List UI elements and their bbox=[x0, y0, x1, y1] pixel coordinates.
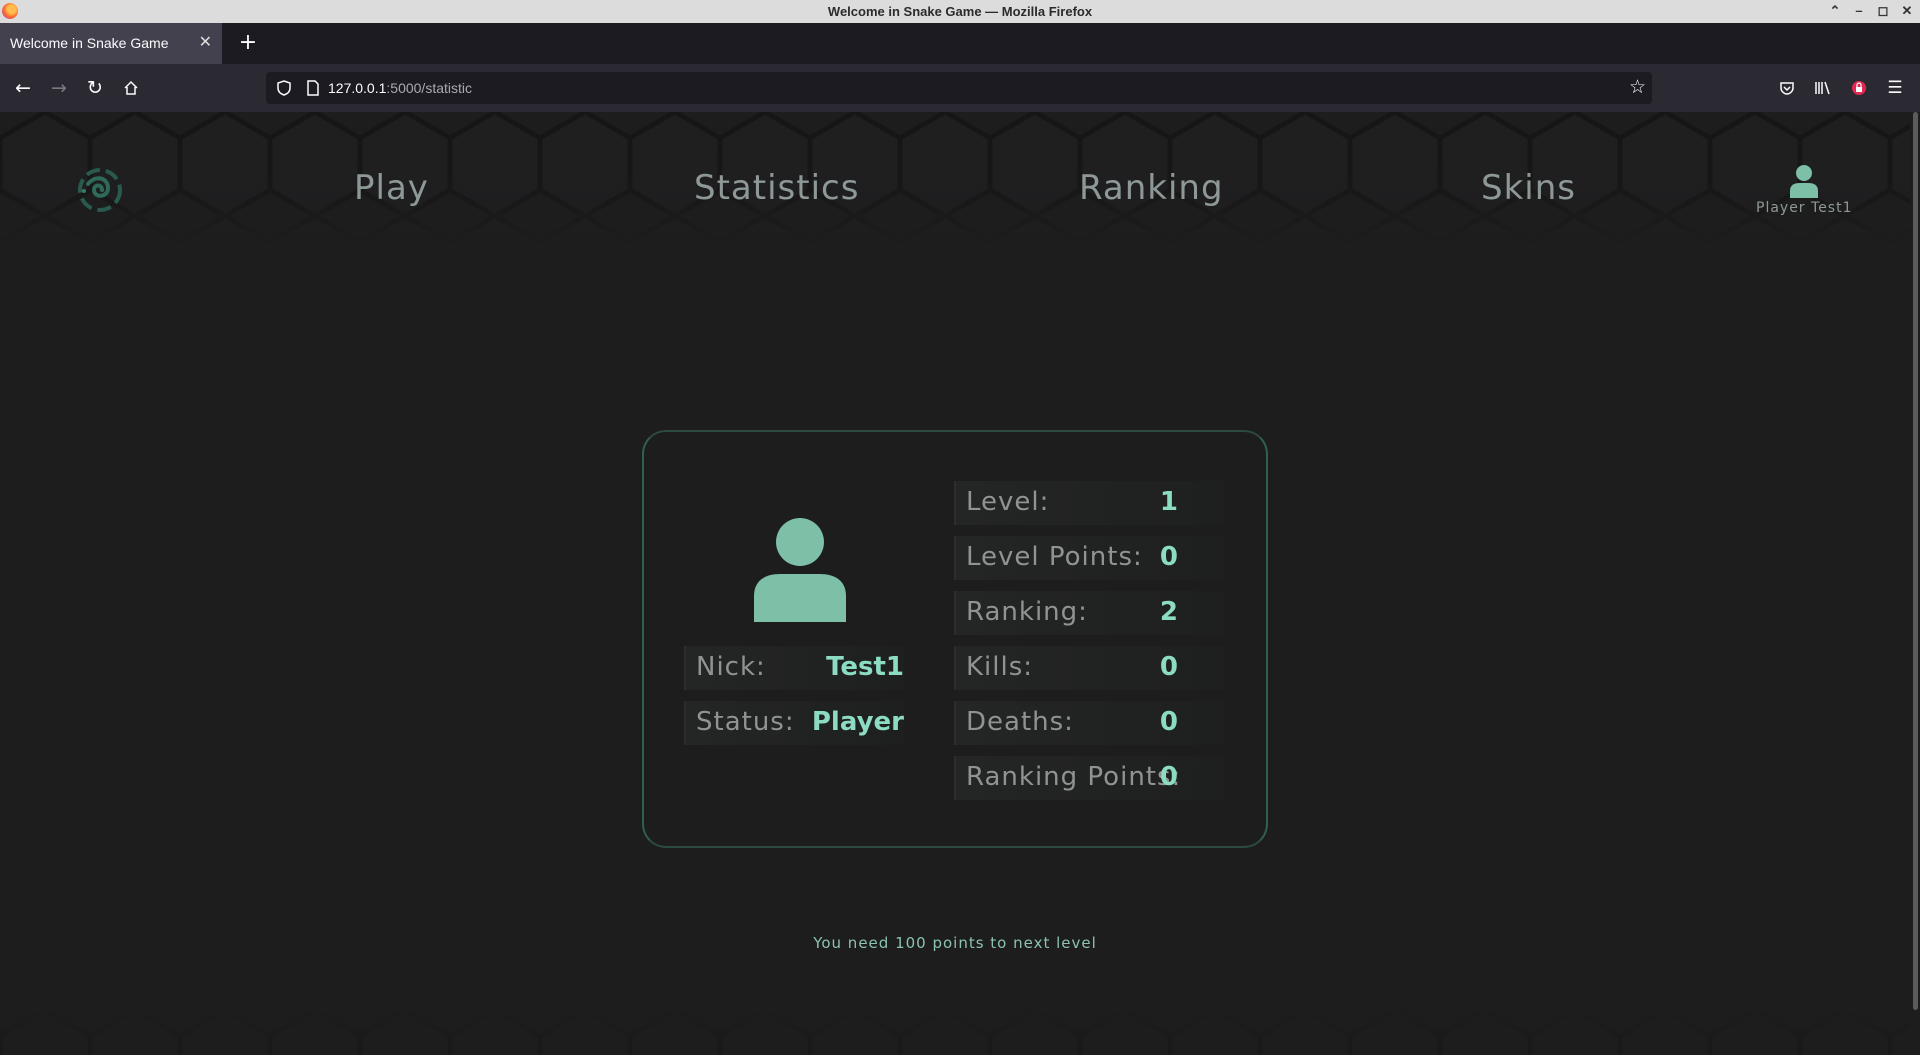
stat-label: Level: bbox=[966, 487, 1050, 517]
window-maximize-icon[interactable]: ◻ bbox=[1874, 1, 1892, 21]
home-icon[interactable] bbox=[119, 76, 143, 100]
status-value: Player bbox=[811, 707, 904, 737]
stat-label: Ranking Points: bbox=[966, 762, 1182, 792]
back-icon[interactable]: ← bbox=[11, 76, 35, 100]
browser-tab[interactable]: Welcome in Snake Game ✕ bbox=[0, 23, 222, 64]
stat-row-ranking-points: Ranking Points: 0 bbox=[954, 756, 1224, 800]
new-tab-icon[interactable]: + bbox=[236, 30, 260, 56]
url-bar[interactable]: 127.0.0.1:5000/statistic ☆ bbox=[266, 72, 1652, 104]
nav-play[interactable]: Play bbox=[354, 168, 429, 208]
nick-row: Nick: Test1 bbox=[684, 646, 904, 690]
nav-skins[interactable]: Skins bbox=[1481, 168, 1576, 208]
stat-label: Ranking: bbox=[966, 597, 1088, 627]
hex-pattern-footer bbox=[0, 1010, 1910, 1055]
stat-label: Level Points: bbox=[966, 542, 1143, 572]
tab-close-icon[interactable]: ✕ bbox=[199, 32, 212, 52]
status-row: Status: Player bbox=[684, 701, 904, 745]
menu-icon[interactable]: ☰ bbox=[1883, 76, 1907, 100]
statistics-card: Nick: Test1 Status: Player Level: 1 Leve… bbox=[642, 430, 1268, 848]
stat-value: 0 bbox=[1159, 707, 1178, 737]
page-content: Play Statistics Ranking Skins Player Tes… bbox=[0, 112, 1910, 1055]
navigation-toolbar: ← → ↻ 127.0.0.1:5000/statistic ☆ ☰ bbox=[0, 64, 1920, 112]
profile-name: Player Test1 bbox=[1756, 200, 1853, 216]
nick-value: Test1 bbox=[826, 652, 904, 682]
stat-value: 2 bbox=[1159, 597, 1178, 627]
stat-label: Kills: bbox=[966, 652, 1034, 682]
nav-ranking[interactable]: Ranking bbox=[1079, 168, 1224, 208]
stat-row-level-points: Level Points: 0 bbox=[954, 536, 1224, 580]
status-label: Status: bbox=[696, 707, 795, 737]
nav-statistics[interactable]: Statistics bbox=[694, 168, 859, 208]
header-fade bbox=[0, 112, 1910, 247]
user-avatar-large-icon bbox=[754, 518, 846, 622]
nick-label: Nick: bbox=[696, 652, 766, 682]
window-controls: ⌃ – ◻ ✕ bbox=[1826, 1, 1916, 21]
stat-row-deaths: Deaths: 0 bbox=[954, 701, 1224, 745]
window-close-icon[interactable]: ✕ bbox=[1898, 1, 1916, 21]
forward-icon[interactable]: → bbox=[47, 76, 71, 100]
stat-value: 1 bbox=[1159, 487, 1178, 517]
shield-icon[interactable] bbox=[275, 79, 293, 97]
os-titlebar: Welcome in Snake Game — Mozilla Firefox … bbox=[0, 0, 1920, 23]
next-level-message: You need 100 points to next level bbox=[813, 934, 1097, 952]
window-title: Welcome in Snake Game — Mozilla Firefox bbox=[827, 4, 1093, 19]
tab-strip: Welcome in Snake Game ✕ + bbox=[0, 23, 1920, 64]
window-shade-icon[interactable]: ⌃ bbox=[1826, 1, 1844, 21]
stat-row-level: Level: 1 bbox=[954, 481, 1224, 525]
library-icon[interactable] bbox=[1811, 76, 1835, 100]
user-avatar-icon bbox=[1790, 165, 1818, 198]
stat-row-kills: Kills: 0 bbox=[954, 646, 1224, 690]
pocket-icon[interactable] bbox=[1775, 76, 1799, 100]
snake-logo-icon[interactable] bbox=[74, 164, 126, 216]
extension-icon[interactable] bbox=[1847, 76, 1871, 100]
tab-title: Welcome in Snake Game bbox=[10, 35, 169, 51]
profile-menu[interactable]: Player Test1 bbox=[1756, 164, 1852, 216]
stat-label: Deaths: bbox=[966, 707, 1074, 737]
stat-value: 0 bbox=[1159, 762, 1178, 792]
stat-value: 0 bbox=[1159, 542, 1178, 572]
bookmark-star-icon[interactable]: ☆ bbox=[1629, 76, 1646, 99]
reload-icon[interactable]: ↻ bbox=[83, 76, 107, 100]
scrollbar-thumb[interactable] bbox=[1913, 112, 1918, 1010]
page-icon[interactable] bbox=[304, 79, 322, 97]
stat-row-ranking: Ranking: 2 bbox=[954, 591, 1224, 635]
page-scrollbar[interactable] bbox=[1910, 112, 1920, 1055]
url-text[interactable]: 127.0.0.1:5000/statistic bbox=[328, 80, 472, 96]
stat-value: 0 bbox=[1159, 652, 1178, 682]
window-minimize-icon[interactable]: – bbox=[1850, 1, 1868, 21]
